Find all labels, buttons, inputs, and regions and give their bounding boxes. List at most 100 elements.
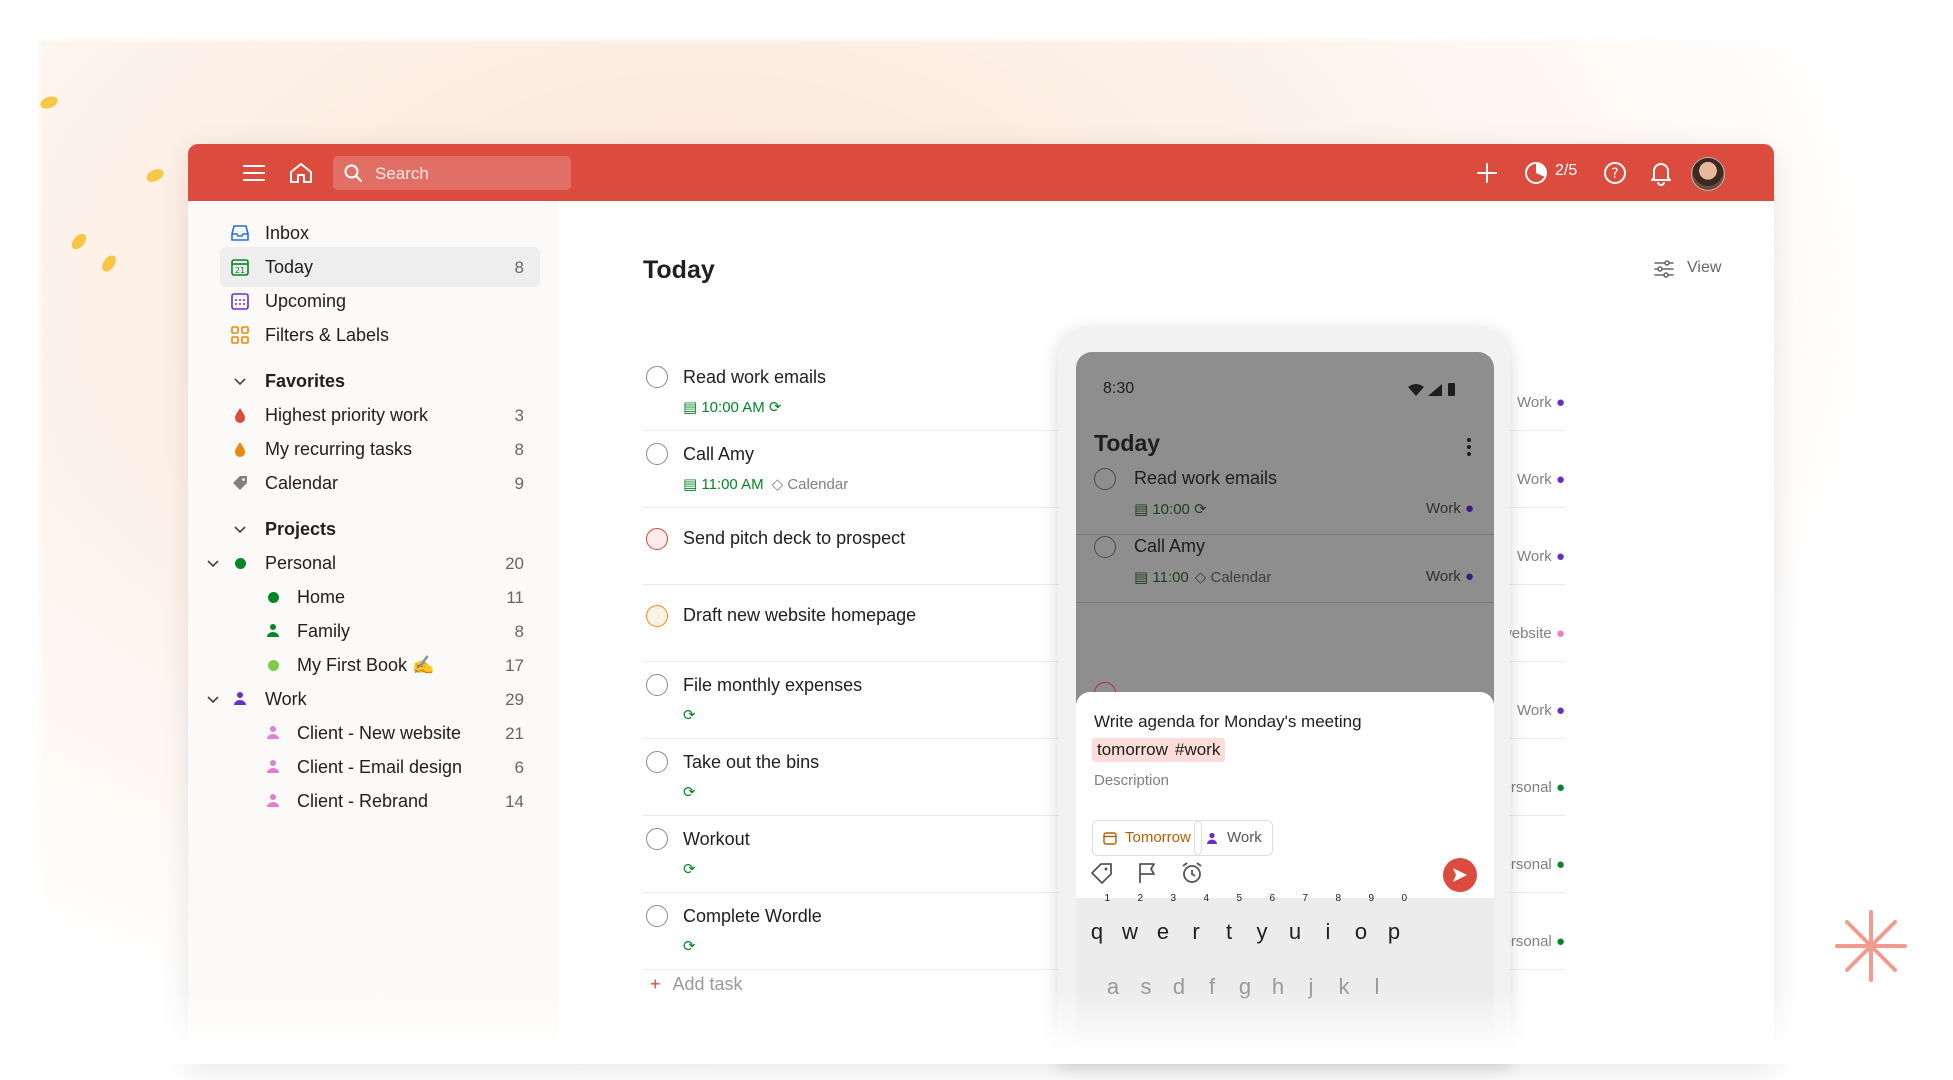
key[interactable]: 0p <box>1379 894 1409 952</box>
task-project: Work ● <box>1517 548 1565 565</box>
task-checkbox[interactable] <box>646 751 668 773</box>
task-checkbox[interactable] <box>646 828 668 850</box>
sidebar-item-count: 8 <box>514 258 524 277</box>
recurring-icon: ⟳ <box>683 938 696 955</box>
task-name-input[interactable]: Write agenda for Monday's meeting <box>1094 712 1362 732</box>
person-icon: ● <box>1555 394 1565 411</box>
key[interactable]: l <box>1362 964 1392 1010</box>
svg-text:?: ? <box>1611 166 1618 182</box>
task-project: Work ● <box>1517 702 1565 719</box>
description-input[interactable]: Description <box>1094 772 1169 789</box>
recurring-icon: ⟳ <box>683 784 696 801</box>
task-checkbox[interactable] <box>646 443 668 465</box>
search-placeholder: Search <box>375 164 429 183</box>
task-checkbox[interactable] <box>646 366 668 388</box>
tag-icon <box>233 476 247 490</box>
key[interactable]: k <box>1329 964 1359 1010</box>
inbox-icon <box>231 225 249 241</box>
key-number: 7 <box>1302 893 1308 904</box>
label-tag-icon[interactable] <box>1089 860 1115 886</box>
add-task-button[interactable]: + Add task <box>650 974 743 995</box>
person-icon <box>234 692 246 705</box>
key[interactable]: a <box>1098 964 1128 1010</box>
plus-icon[interactable] <box>1474 160 1500 186</box>
drop-icon <box>235 408 245 423</box>
task-due-time: 10:00 AM <box>701 399 765 416</box>
project-button[interactable]: Work <box>1194 820 1273 856</box>
task-label-text: Calendar <box>1210 569 1272 586</box>
key[interactable]: g <box>1230 964 1260 1010</box>
sidebar-item-label: Upcoming <box>265 291 347 311</box>
task-checkbox[interactable] <box>1094 536 1116 558</box>
phone-mockup: 8:30 Today Read work emails ▤ 10:00 ⟳ Wo… <box>1058 327 1510 1064</box>
add-task-label: Add task <box>672 974 743 994</box>
send-button[interactable] <box>1443 858 1477 892</box>
task-due: ▤ 11:00 ◇ Calendar <box>1134 569 1272 586</box>
due-date-button[interactable]: Tomorrow <box>1092 820 1202 856</box>
recurring-icon: ⟳ <box>683 861 696 878</box>
task-checkbox[interactable] <box>646 674 668 696</box>
key[interactable]: j <box>1296 964 1326 1010</box>
key[interactable]: 1q <box>1082 894 1112 952</box>
key[interactable]: 6y <box>1247 894 1277 952</box>
projects-heading: Projects <box>265 519 337 539</box>
avatar[interactable] <box>1691 157 1725 191</box>
task-label: ◇ Calendar <box>1194 569 1272 586</box>
sidebar-item-label: Client - Rebrand <box>297 791 429 811</box>
quick-add-sheet: Write agenda for Monday's meeting tomorr… <box>1076 692 1494 1064</box>
task-project: Work ● <box>1426 500 1474 517</box>
person-icon: ● <box>1464 500 1474 517</box>
key[interactable]: f <box>1197 964 1227 1010</box>
person-icon: ● <box>1555 471 1565 488</box>
key[interactable]: 4r <box>1181 894 1211 952</box>
task-project-label: Work <box>1517 548 1552 565</box>
alarm-icon[interactable] <box>1179 860 1205 886</box>
sidebar-item-label: Client - Email design <box>297 757 463 777</box>
key[interactable]: 8i <box>1313 894 1343 952</box>
karma-icon[interactable] <box>1523 160 1549 186</box>
key[interactable]: 7u <box>1280 894 1310 952</box>
task-checkbox[interactable] <box>1094 468 1116 490</box>
key[interactable]: d <box>1164 964 1194 1010</box>
sidebar-item-label: Inbox <box>265 223 310 243</box>
task-project-label: Work <box>1426 568 1461 585</box>
menu-icon[interactable] <box>241 160 267 186</box>
phone-status-time: 8:30 <box>1103 380 1135 397</box>
key[interactable]: h <box>1263 964 1293 1010</box>
task-title: Draft new website homepage <box>683 605 917 625</box>
project-color-dot <box>268 592 279 603</box>
label-chip[interactable]: #work <box>1170 738 1226 762</box>
flag-icon[interactable] <box>1134 860 1160 886</box>
bell-icon[interactable] <box>1648 160 1674 186</box>
chevron-down-icon[interactable] <box>204 554 222 572</box>
recurring-icon: ⟳ <box>1194 501 1207 518</box>
svg-text:21: 21 <box>235 266 245 275</box>
task-checkbox[interactable] <box>646 605 668 627</box>
calendar-today-icon: 21 <box>231 259 249 276</box>
sidebar-item-client-rebrand[interactable]: Client - Rebrand 14 <box>220 781 540 821</box>
sidebar-item-filters-labels[interactable]: Filters & Labels <box>220 315 540 355</box>
key[interactable]: 9o <box>1346 894 1376 952</box>
search-input[interactable]: Search <box>333 156 571 190</box>
phone-task-row[interactable]: Call Amy ▤ 11:00 ◇ Calendar Work ● <box>1076 520 1494 603</box>
karma-count[interactable]: 2/5 <box>1555 162 1577 180</box>
person-icon <box>267 760 279 773</box>
calendar-grid-icon <box>231 293 249 310</box>
home-icon[interactable] <box>288 160 314 186</box>
task-checkbox[interactable] <box>646 905 668 927</box>
key[interactable]: 2w <box>1115 894 1145 952</box>
key[interactable]: s <box>1131 964 1161 1010</box>
key[interactable]: 5t <box>1214 894 1244 952</box>
help-icon[interactable]: ? <box>1602 160 1628 186</box>
favorites-heading: Favorites <box>265 371 346 391</box>
task-checkbox[interactable] <box>646 528 668 550</box>
key[interactable]: 3e <box>1148 894 1178 952</box>
date-chip[interactable]: tomorrow <box>1092 738 1173 762</box>
chevron-down-icon <box>234 378 246 386</box>
chevron-down-icon[interactable] <box>204 690 222 708</box>
sidebar-item-count: 29 <box>505 690 524 709</box>
person-icon <box>1207 832 1217 844</box>
sidebar-item-count: 3 <box>514 406 524 425</box>
sidebar-item-calendar[interactable]: Calendar 9 <box>220 463 540 503</box>
person-icon <box>267 794 279 807</box>
